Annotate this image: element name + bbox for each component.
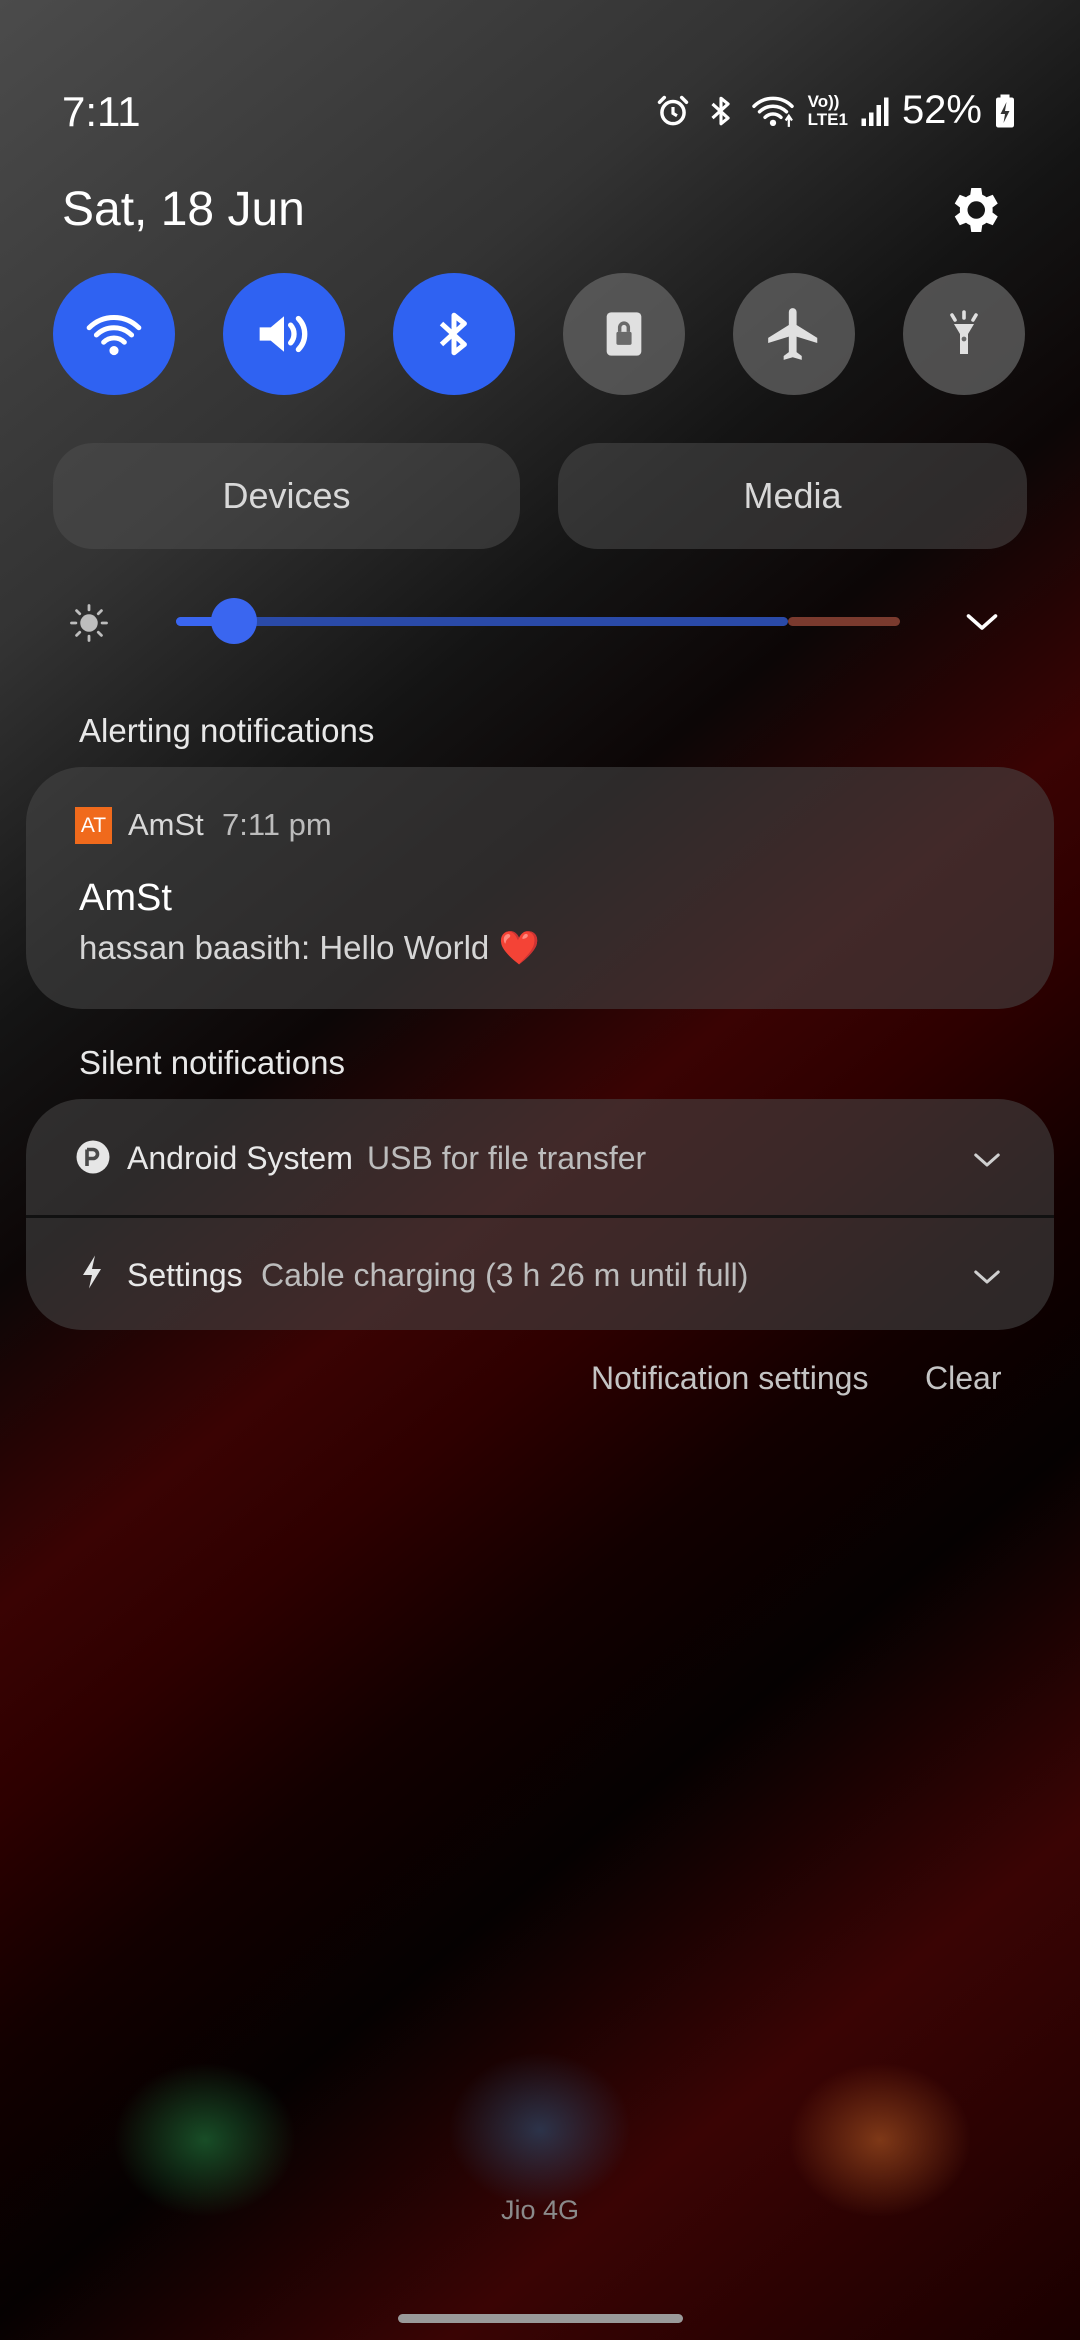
clear-button[interactable]: Clear [925,1360,1001,1397]
status-time: 7:11 [62,88,141,135]
notification-time: 7:11 pm [222,807,332,842]
media-button[interactable]: Media [558,443,1027,549]
flashlight-toggle[interactable] [903,273,1025,395]
battery-percentage: 52% [901,88,982,132]
chevron-down-icon[interactable] [972,1149,1002,1171]
devices-button[interactable]: Devices [53,443,520,549]
android-system-icon [76,1140,110,1174]
volte-lte-icon: Vo)) LTE1 [807,91,848,129]
bluetooth-toggle[interactable] [393,273,515,395]
alerting-section-label: Alerting notifications [79,712,375,749]
alarm-icon [657,95,688,125]
notification-settings-link[interactable]: Notification settings [591,1360,868,1397]
status-icons: Vo)) LTE1 52% [654,88,1016,133]
amst-app-icon: AT [75,807,112,844]
settings-app-name: Settings [127,1257,243,1293]
wifi-icon [751,96,794,127]
date-label: Sat, 18 Jun [62,183,305,236]
silent-section-label: Silent notifications [79,1044,345,1081]
lightning-bolt-icon [83,1255,101,1289]
android-system-notification[interactable]: Android System USB for file transfer [26,1099,1054,1215]
flashlight-icon [950,310,978,354]
wifi-toggle[interactable] [53,273,175,395]
notification-app-name: AmSt [128,807,204,842]
home-indicator[interactable] [398,2314,683,2323]
signal-icon [861,97,889,126]
lock-rotation-icon [606,312,642,356]
airplane-icon [768,308,818,360]
settings-gear-icon[interactable] [944,180,1004,240]
notification-message: hassan baasith: Hello World ❤️ [79,929,540,966]
brightness-icon [70,604,108,642]
wifi-icon [86,315,142,356]
volume-icon [259,315,308,353]
sound-toggle[interactable] [223,273,345,395]
brightness-slider-thumb[interactable] [210,598,257,644]
notification-title: AmSt [79,877,172,919]
airplane-mode-toggle[interactable] [733,273,855,395]
bluetooth-icon [711,96,730,125]
battery-charging-icon [996,94,1014,127]
brightness-track[interactable] [176,617,788,626]
chevron-down-icon[interactable] [972,1266,1002,1288]
lte-label: LTE1 [807,109,848,129]
screen-lock-toggle[interactable] [563,273,685,395]
volte-label: Vo)) [807,91,840,111]
charging-status-text: Cable charging (3 h 26 m until full) [261,1257,749,1293]
android-system-app-name: Android System [127,1140,353,1176]
carrier-label: Jio 4G [500,2195,580,2225]
chevron-down-icon[interactable] [964,608,1000,636]
amst-notification-card[interactable]: AT AmSt 7:11 pm AmSt hassan baasith: Hel… [26,767,1054,1009]
settings-charging-notification[interactable]: Settings Cable charging (3 h 26 m until … [26,1218,1054,1330]
bluetooth-icon [439,312,467,356]
brightness-track-extra [788,617,900,626]
android-system-text: USB for file transfer [367,1140,647,1176]
